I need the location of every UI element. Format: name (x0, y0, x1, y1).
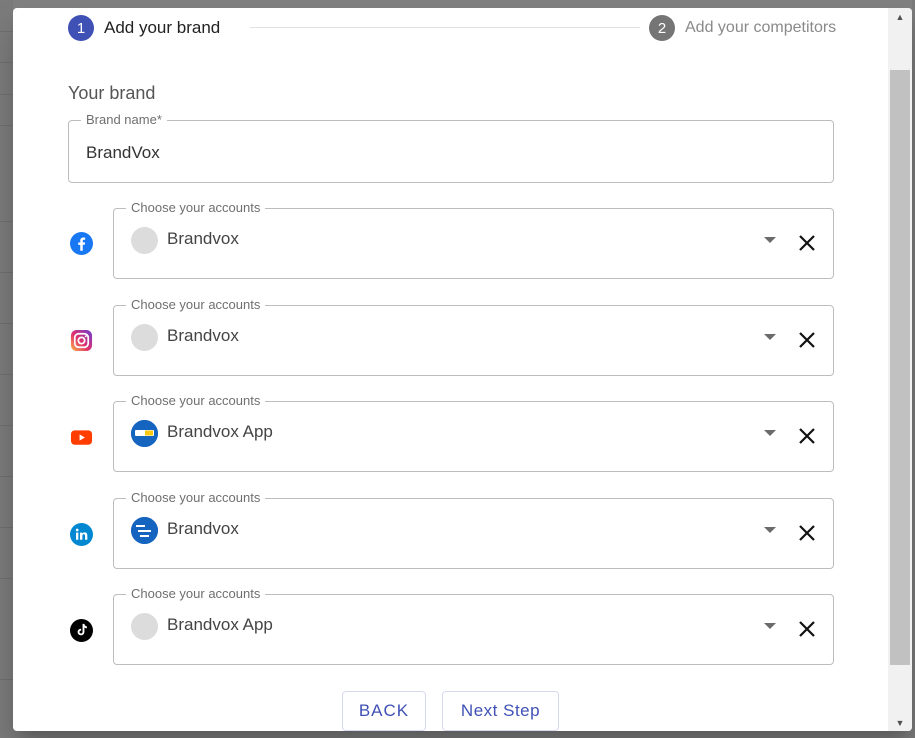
instagram-accounts-select[interactable]: Choose your accounts Brandvox (113, 297, 834, 376)
facebook-accounts-select[interactable]: Choose your accounts Brandvox (113, 200, 834, 279)
step-number-badge: 2 (649, 15, 675, 41)
account-name: Brandvox (167, 326, 239, 345)
chevron-down-icon[interactable] (764, 623, 776, 629)
chevron-down-icon[interactable] (764, 334, 776, 340)
brandvox-logo-avatar (131, 517, 158, 544)
chevron-down-icon[interactable] (764, 237, 776, 243)
account-name: Brandvox App (167, 422, 273, 441)
clear-selection-button[interactable] (796, 329, 818, 351)
tiktok-accounts-select[interactable]: Choose your accounts Brandvox App (113, 586, 834, 665)
back-button[interactable]: BACK (342, 691, 426, 731)
brandvox-logo-avatar (131, 420, 158, 447)
youtube-icon (70, 426, 93, 449)
account-name: Brandvox (167, 519, 239, 538)
add-brand-dialog: 1 Add your brand 2 Add your competitors … (13, 8, 912, 731)
step-connector (250, 27, 640, 28)
clear-selection-button[interactable] (796, 522, 818, 544)
accounts-select-label: Choose your accounts (126, 586, 266, 602)
close-icon (799, 235, 815, 251)
next-step-button[interactable]: Next Step (442, 691, 559, 731)
step-label: Add your competitors (685, 19, 837, 36)
instagram-icon (70, 329, 93, 352)
scroll-down-arrow-icon[interactable]: ▼ (888, 714, 912, 731)
chevron-down-icon[interactable] (764, 430, 776, 436)
account-name: Brandvox App (167, 615, 273, 634)
linkedin-accounts-select[interactable]: Choose your accounts Brandvox (113, 490, 834, 569)
linkedin-icon (70, 523, 93, 546)
youtube-accounts-select[interactable]: Choose your accounts Brandvox App (113, 393, 834, 472)
clear-selection-button[interactable] (796, 232, 818, 254)
step-add-brand: 1 Add your brand (68, 15, 220, 41)
clear-selection-button[interactable] (796, 425, 818, 447)
account-avatar (131, 613, 158, 640)
accounts-select-label: Choose your accounts (126, 297, 266, 313)
background-bottom-edge (0, 731, 915, 738)
brand-name-value[interactable]: BrandVox (86, 143, 160, 163)
accounts-select-label: Choose your accounts (126, 393, 266, 409)
accounts-select-label: Choose your accounts (126, 200, 266, 216)
brand-name-label: Brand name* (81, 112, 167, 128)
close-icon (799, 621, 815, 637)
scroll-up-arrow-icon[interactable]: ▲ (888, 8, 912, 25)
clear-selection-button[interactable] (796, 618, 818, 640)
accounts-select-label: Choose your accounts (126, 490, 266, 506)
chevron-down-icon[interactable] (764, 527, 776, 533)
step-label: Add your brand (104, 18, 221, 37)
facebook-icon (70, 232, 93, 255)
account-name: Brandvox (167, 229, 239, 248)
tiktok-icon (70, 619, 93, 642)
close-icon (799, 332, 815, 348)
scrollbar-thumb[interactable] (890, 70, 910, 665)
account-avatar (131, 324, 158, 351)
section-title: Your brand (68, 83, 156, 103)
dialog-content: 1 Add your brand 2 Add your competitors … (13, 8, 888, 731)
dialog-scrollbar[interactable]: ▲ ▼ (888, 8, 912, 731)
close-icon (799, 428, 815, 444)
background-left-strip (0, 0, 13, 738)
brand-name-field[interactable]: Brand name* BrandVox (68, 112, 834, 183)
step-number-badge: 1 (68, 15, 94, 41)
close-icon (799, 525, 815, 541)
step-add-competitors: 2 Add your competitors (649, 15, 836, 41)
account-avatar (131, 227, 158, 254)
